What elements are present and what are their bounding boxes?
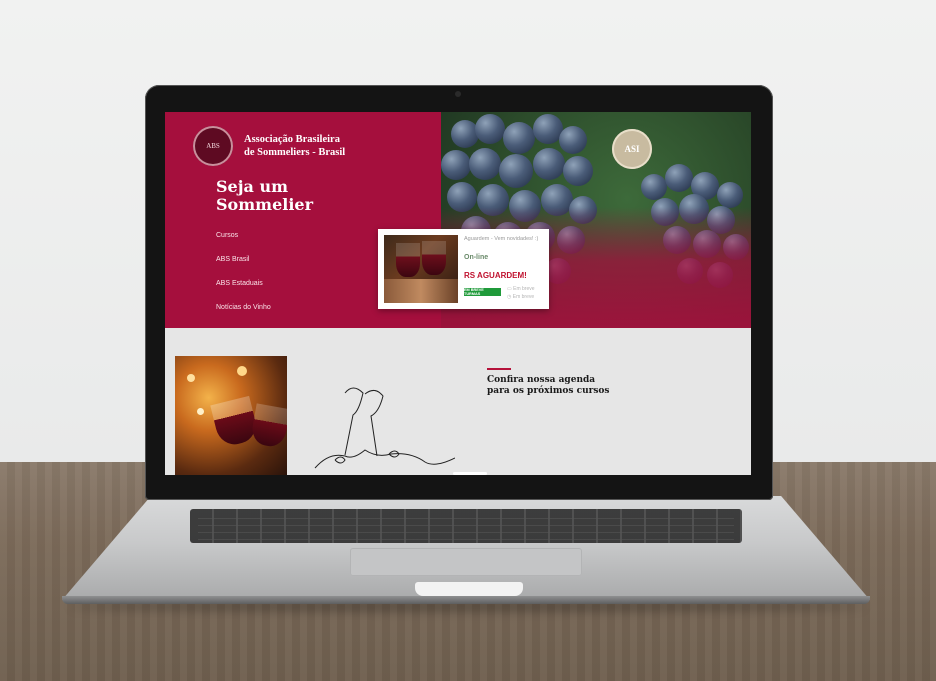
nav-item-cursos[interactable]: Cursos [216, 232, 336, 256]
hero-headline: Seja um Sommelier [216, 178, 356, 214]
brand-line-1: Associação Brasileira [244, 134, 340, 145]
nav-item-abs-brasil[interactable]: ABS Brasil [216, 256, 336, 280]
course-card-image [384, 235, 458, 303]
asi-badge[interactable]: ASI [612, 129, 652, 169]
laptop-notch [415, 582, 523, 596]
trackpad [350, 548, 582, 576]
keyboard-rows [198, 512, 734, 540]
agenda-heading: Confira nossa agenda para os próximos cu… [487, 375, 637, 397]
course-card-title[interactable]: RS AGUARDEM! [464, 271, 527, 280]
course-card-time: Em breve [512, 294, 535, 300]
agenda-accent-rule [487, 368, 511, 370]
website-screen: ABS Associação Brasileira de Sommeliers … [165, 112, 751, 475]
nav-item-noticias[interactable]: Notícias do Vinho [216, 304, 336, 328]
course-card-subtitle: Aguardem - Vem novidades! :) [464, 236, 539, 242]
laptop-front-edge [62, 596, 870, 604]
main-nav: Cursos ABS Brasil ABS Estaduais Notícias… [216, 232, 336, 328]
em-breve-turmas-button[interactable]: EM BREVE TURMAS [464, 288, 501, 296]
wine-toast-photo [175, 356, 287, 475]
scroll-indicator [453, 472, 487, 475]
clock-icon: ◷ [507, 294, 512, 300]
course-card-meta: ▭ Em breve ◷ Em breve [507, 285, 535, 301]
course-card-mode: On-line [464, 254, 489, 261]
headline-line-2: Sommelier [216, 195, 314, 214]
abs-logo[interactable]: ABS [193, 126, 233, 166]
toast-line-sketch [314, 387, 455, 469]
course-card-date: Em breve [513, 286, 535, 292]
calendar-icon: ▭ [507, 286, 512, 292]
laptop-lid: ABS Associação Brasileira de Sommeliers … [145, 85, 773, 500]
brand-name[interactable]: Associação Brasileira de Sommeliers - Br… [244, 133, 384, 159]
agenda-line-2: para os próximos cursos [487, 386, 610, 396]
nav-item-abs-estaduais[interactable]: ABS Estaduais [216, 280, 336, 304]
webcam [455, 91, 461, 97]
brand-line-2: de Sommeliers - Brasil [244, 147, 346, 158]
headline-line-1: Seja um [216, 177, 289, 196]
course-card[interactable]: Aguardem - Vem novidades! :) On-line RS … [378, 229, 549, 309]
agenda-line-1: Confira nossa agenda [487, 375, 596, 385]
agenda-section: Confira nossa agenda para os próximos cu… [165, 328, 751, 475]
